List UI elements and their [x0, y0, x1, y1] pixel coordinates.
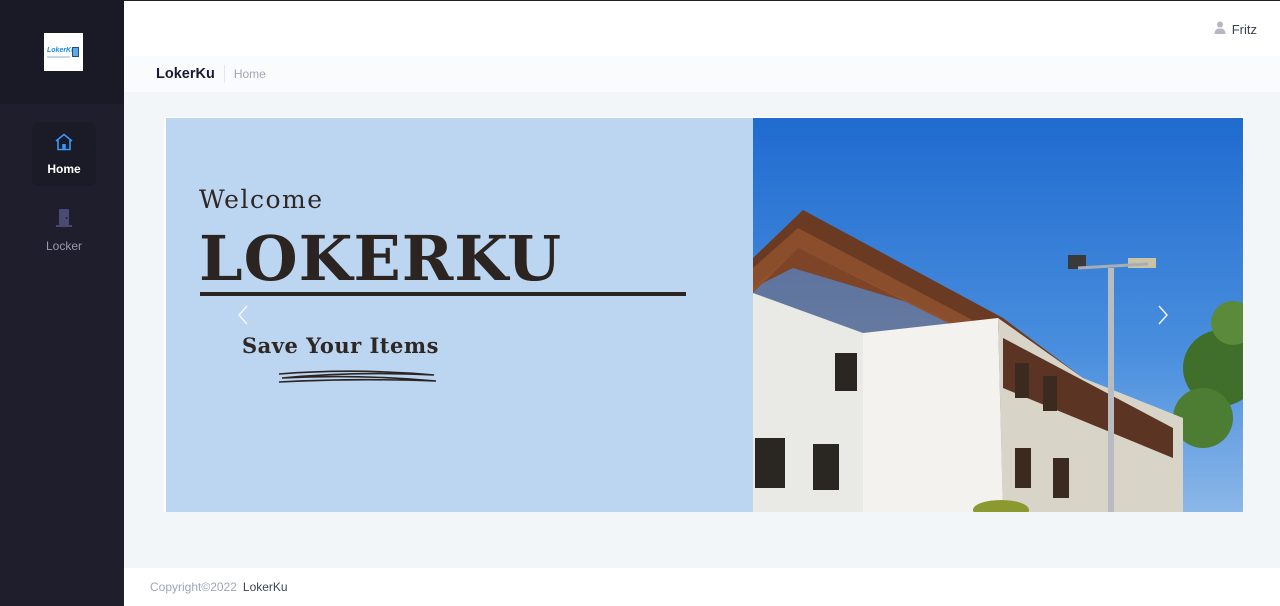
- carousel-next-button[interactable]: [1148, 302, 1178, 332]
- chevron-left-icon: [237, 304, 249, 331]
- sidebar-item-locker[interactable]: Locker: [32, 198, 96, 262]
- banner-carousel: Welcome LOKERKU Save Your Items: [164, 117, 1244, 512]
- subheader: LokerKu Home: [124, 56, 1280, 92]
- svg-text:LokerKu: LokerKu: [47, 47, 76, 54]
- chevron-right-icon: [1157, 304, 1169, 331]
- page-title: LokerKu: [156, 66, 215, 82]
- footer-copyright: Copyright©2022: [150, 580, 237, 594]
- topbar: Fritz: [124, 0, 1280, 57]
- door-icon: [53, 208, 75, 233]
- sidebar: LokerKu Home Locker: [0, 0, 124, 606]
- footer-brand-link[interactable]: LokerKu: [243, 580, 288, 594]
- user-name: Fritz: [1231, 21, 1257, 37]
- sidebar-item-label: Home: [47, 161, 81, 176]
- squiggle-decoration: [278, 370, 437, 383]
- user-icon: [1214, 21, 1226, 37]
- breadcrumb[interactable]: Home: [234, 67, 266, 81]
- logo-image: LokerKu: [47, 47, 79, 58]
- footer: Copyright©2022 LokerKu: [124, 568, 1280, 606]
- app-logo[interactable]: LokerKu: [44, 33, 83, 71]
- banner-title: LOKERKU: [199, 222, 563, 295]
- sidebar-item-home[interactable]: Home: [32, 122, 96, 186]
- home-icon: [54, 133, 74, 156]
- banner-tagline: Save Your Items: [242, 333, 439, 358]
- carousel-prev-button[interactable]: [228, 302, 258, 332]
- user-menu[interactable]: Fritz: [1214, 21, 1257, 37]
- sidebar-item-label: Locker: [45, 238, 83, 253]
- banner-underline: [200, 292, 686, 296]
- banner-welcome: Welcome: [199, 185, 324, 214]
- brand-area: LokerKu: [0, 0, 124, 104]
- breadcrumb-separator: [223, 65, 225, 83]
